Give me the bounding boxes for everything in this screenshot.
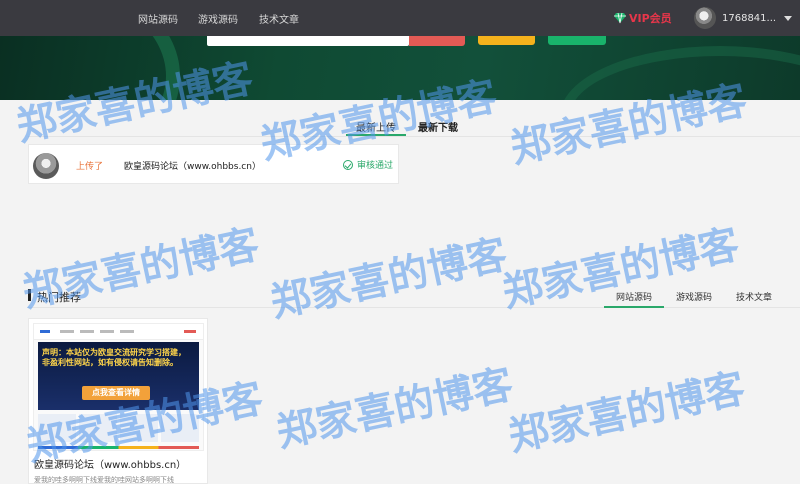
section-title: 热门推荐 (37, 291, 81, 304)
thumbnail-block (38, 414, 76, 442)
hot-tab-website-source[interactable]: 网站源码 (616, 290, 652, 303)
thumbnail-notice: 声明：本站仅为欧皇交流研究学习搭建，非盈利性网站，如有侵权请告知删除。 (42, 348, 186, 367)
thumbnail-nav-line (100, 330, 114, 333)
upload-action-label: 上传了 (76, 162, 104, 172)
user-menu[interactable]: 1768841... (694, 7, 793, 29)
vip-member-link[interactable]: VIP会员 (614, 10, 672, 26)
product-title[interactable]: 欧皇源码论坛（www.ohbbs.cn） (34, 456, 186, 471)
watermark: 郑家喜的博客 (272, 361, 517, 457)
thumbnail-logo (40, 330, 50, 333)
thumbnail-block (79, 414, 117, 442)
upload-title-link[interactable]: 欧皇源码论坛（www.ohbbs.cn） (124, 159, 261, 172)
thumbnail-nav-button (184, 330, 196, 333)
nav-item-tech-articles[interactable]: 技术文章 (259, 11, 299, 26)
nav-item-website-source[interactable]: 网站源码 (138, 11, 178, 26)
status-badge: 审核通过 (343, 158, 393, 171)
hero-banner (0, 36, 800, 100)
search-input[interactable] (207, 36, 409, 46)
thumbnail-navbar (34, 324, 203, 340)
hot-tab-tech-articles[interactable]: 技术文章 (736, 290, 772, 303)
tab-latest-download[interactable]: 最新下载 (418, 119, 458, 134)
nav-item-game-source[interactable]: 游戏源码 (198, 11, 238, 26)
tab-latest-upload[interactable]: 最新上传 (356, 119, 396, 134)
avatar (33, 153, 59, 179)
upload-list-item[interactable]: 上传了 欧皇源码论坛（www.ohbbs.cn） 审核通过 (28, 144, 399, 184)
thumbnail-nav-line (80, 330, 94, 333)
thumbnail-color-strip (38, 446, 199, 449)
watermark: 郑家喜的博客 (504, 365, 749, 461)
top-navbar: 网站源码 游戏源码 技术文章 VIP会员 1768841... (0, 0, 800, 36)
hot-tab-game-source[interactable]: 游戏源码 (676, 290, 712, 303)
thumbnail-block (120, 414, 158, 442)
thumbnail-button: 点我查看详情 (82, 386, 150, 400)
product-description: 爱我的哇多啊啊下线爱我的哇网站多啊啊下线 (34, 476, 174, 484)
thumbnail-nav-line (60, 330, 74, 333)
section-marker (28, 289, 31, 301)
chevron-down-icon (784, 15, 793, 21)
avatar (694, 7, 716, 29)
product-thumbnail[interactable]: 声明：本站仅为欧皇交流研究学习搭建，非盈利性网站，如有侵权请告知删除。 点我查看… (33, 323, 204, 451)
thumbnail-block (161, 414, 199, 442)
divider (28, 136, 800, 137)
diamond-icon (614, 12, 626, 24)
check-circle-icon (343, 159, 353, 170)
thumbnail-nav-line (120, 330, 134, 333)
banner-button-yellow[interactable] (478, 36, 535, 45)
product-card[interactable]: 声明：本站仅为欧皇交流研究学习搭建，非盈利性网站，如有侵权请告知删除。 点我查看… (28, 318, 208, 484)
banner-button-green[interactable] (548, 36, 606, 45)
watermark: 郑家喜的博客 (266, 231, 511, 327)
thumbnail-blocks (38, 414, 199, 444)
divider (28, 307, 800, 308)
thumbnail-hero: 声明：本站仅为欧皇交流研究学习搭建，非盈利性网站，如有侵权请告知删除。 点我查看… (38, 342, 199, 410)
search-button[interactable] (409, 36, 465, 46)
user-name: 1768841... (722, 12, 777, 24)
tab-active-indicator (604, 306, 664, 308)
vip-label: VIP会员 (629, 12, 672, 25)
banner-decoration (560, 46, 800, 100)
banner-decoration (0, 36, 180, 100)
status-text: 审核通过 (357, 161, 394, 171)
tab-active-indicator (346, 134, 406, 136)
